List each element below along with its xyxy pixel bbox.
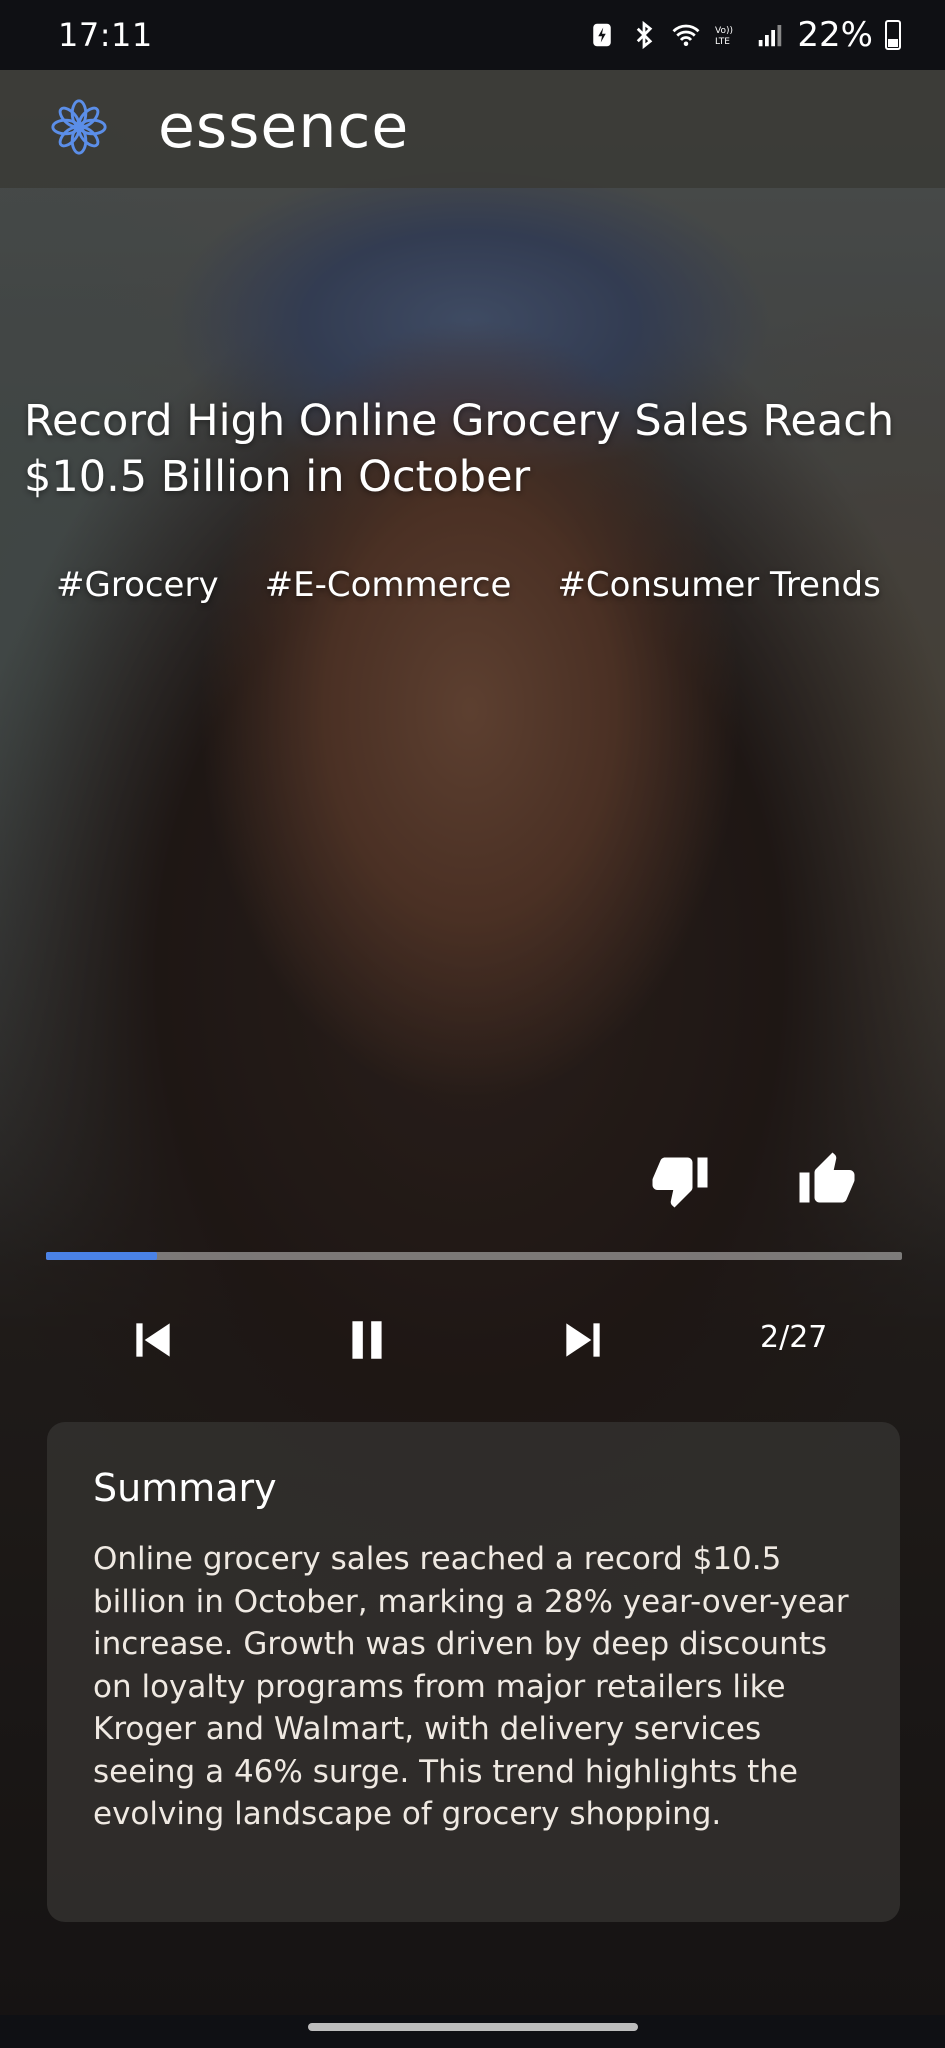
screen: 17:11 Vo)) LTE 22% essence Record High O… (0, 0, 945, 2048)
app-bar: essence (0, 70, 945, 188)
story-counter: 2/27 (760, 1320, 828, 1355)
battery-percent: 22% (797, 15, 873, 55)
signal-icon (759, 25, 782, 47)
bluetooth-icon (637, 20, 653, 50)
tag-list: #Grocery #E-Commerce #Consumer Trends (56, 565, 881, 605)
status-bar: 17:11 Vo)) LTE 22% (0, 0, 945, 70)
battery-saver-icon (593, 23, 612, 47)
summary-card: Summary Online grocery sales reached a r… (47, 1422, 900, 1922)
skip-previous-icon[interactable] (128, 1315, 178, 1365)
wifi-icon (672, 24, 700, 46)
tag-e-commerce[interactable]: #E-Commerce (265, 565, 512, 605)
story-progress-fill (46, 1252, 158, 1260)
svg-text:LTE: LTE (715, 37, 730, 47)
thumbs-down-icon[interactable] (650, 1150, 710, 1210)
home-gesture-handle[interactable] (308, 2023, 638, 2031)
tag-consumer-trends[interactable]: #Consumer Trends (557, 565, 880, 605)
battery-icon (885, 20, 901, 50)
system-nav-bar (0, 2015, 945, 2048)
summary-title: Summary (93, 1466, 277, 1510)
status-time: 17:11 (58, 16, 153, 54)
summary-body: Online grocery sales reached a record $1… (93, 1541, 849, 1832)
story-progress-bar[interactable] (46, 1252, 902, 1260)
pause-icon[interactable] (342, 1315, 392, 1365)
status-icons: Vo)) LTE 22% (587, 15, 901, 55)
skip-next-icon[interactable] (558, 1315, 608, 1365)
article-headline: Record High Online Grocery Sales Reach $… (24, 396, 895, 502)
flower-logo-icon[interactable] (48, 96, 110, 158)
thumbs-up-icon[interactable] (797, 1150, 857, 1210)
app-title: essence (158, 92, 410, 162)
volte-icon: Vo))LTE (715, 26, 733, 47)
svg-text:Vo)): Vo)) (715, 26, 733, 36)
tag-grocery[interactable]: #Grocery (56, 565, 219, 605)
